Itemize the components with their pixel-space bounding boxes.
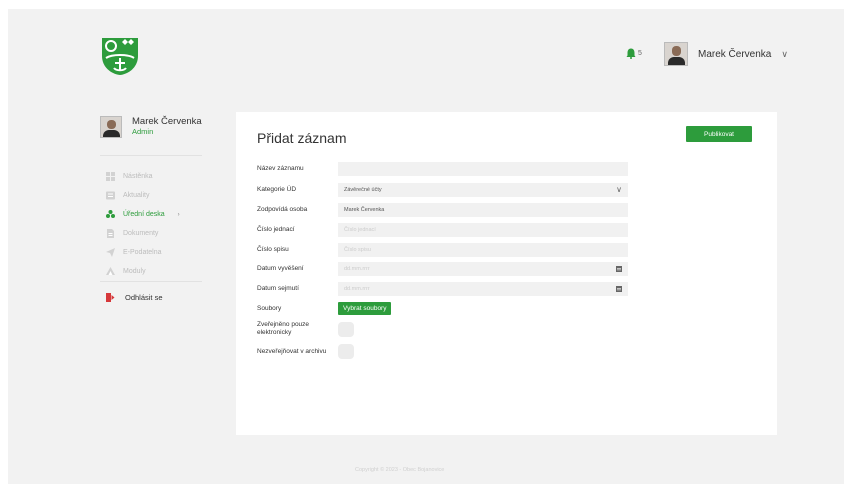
- field-row-category: Kategorie ÚD Závěrečné účty ∨: [257, 183, 628, 197]
- divider: [100, 281, 202, 282]
- user-name: Marek Červenka: [698, 48, 772, 60]
- document-icon: [106, 229, 115, 238]
- field-label: Soubory: [257, 304, 282, 312]
- sidebar-profile: Marek Červenka Admin: [100, 116, 202, 138]
- category-select[interactable]: Závěrečné účty ∨: [338, 183, 628, 197]
- file-number-input[interactable]: Číslo spisu: [338, 243, 628, 257]
- modules-icon: [106, 267, 115, 276]
- electronic-only-toggle[interactable]: [338, 321, 354, 337]
- sidebar-item-label: Nástěnka: [123, 173, 153, 180]
- sidebar-item-dashboard[interactable]: Nástěnka: [106, 167, 180, 186]
- field-row-responsible: Zodpovídá osoba Marek Červenka: [257, 203, 628, 217]
- footer-copyright: Copyright © 2023 - Obec Bojanovice: [355, 467, 445, 473]
- field-label: Zveřejněno pouze elektronicky: [257, 321, 310, 336]
- field-row-name: Název záznamu: [257, 162, 628, 176]
- field-row-removed-date: Datum sejmutí dd.mm.rrrr: [257, 282, 628, 296]
- notification-count: 5: [638, 50, 642, 57]
- removed-date-input[interactable]: dd.mm.rrrr: [338, 282, 628, 296]
- sidebar-item-label: Aktuality: [123, 192, 150, 199]
- page-title: Přidat záznam: [257, 130, 347, 146]
- field-label: Datum vyvěšení: [257, 265, 304, 272]
- field-row-files: Soubory Vybrat soubory: [257, 302, 392, 315]
- sidebar-item-news[interactable]: Aktuality: [106, 186, 180, 205]
- add-record-card: Přidat záznam Publikovat Název záznamu K…: [236, 112, 777, 435]
- user-menu[interactable]: Marek Červenka ∨: [664, 42, 788, 66]
- field-row-electronic-only: Zveřejněno pouze elektronicky: [257, 321, 354, 337]
- avatar: [664, 42, 688, 66]
- news-icon: [106, 191, 115, 200]
- no-archive-toggle[interactable]: [338, 344, 354, 359]
- responsible-person-input[interactable]: Marek Červenka: [338, 203, 628, 217]
- sidebar-item-documents[interactable]: Dokumenty: [106, 224, 180, 243]
- field-label: Číslo spisu: [257, 246, 289, 253]
- field-row-reference: Číslo jednací Číslo jednací: [257, 223, 628, 237]
- field-label: Datum sejmutí: [257, 285, 299, 292]
- field-label: Číslo jednací: [257, 226, 295, 233]
- grid-icon: [106, 172, 115, 181]
- date-placeholder: dd.mm.rrrr: [344, 266, 370, 272]
- divider: [100, 155, 202, 156]
- choose-files-button[interactable]: Vybrat soubory: [338, 302, 392, 315]
- field-label: Kategorie ÚD: [257, 186, 297, 193]
- field-label: Nezveřejňovat v archivu: [257, 347, 327, 355]
- sidebar-item-e-registry[interactable]: E-Podatelna: [106, 243, 180, 262]
- sidebar-item-notice-board[interactable]: Úřední deska ›: [106, 205, 180, 224]
- field-row-file-number: Číslo spisu Číslo spisu: [257, 243, 628, 257]
- sidebar-item-label: Moduly: [123, 268, 146, 275]
- chevron-down-icon: ∨: [781, 48, 788, 59]
- publish-button[interactable]: Publikovat: [686, 126, 752, 142]
- reference-number-input[interactable]: Číslo jednací: [338, 223, 628, 237]
- sidebar-item-modules[interactable]: Moduly: [106, 262, 180, 281]
- logout-icon: [106, 293, 115, 302]
- sidebar-user-name: Marek Červenka: [132, 116, 202, 127]
- tree-icon: [106, 210, 115, 219]
- bell-icon: [626, 48, 636, 59]
- municipality-logo[interactable]: [100, 36, 140, 76]
- calendar-icon: [616, 266, 622, 272]
- field-row-posted-date: Datum vyvěšení dd.mm.rrrr: [257, 262, 628, 276]
- logout-label: Odhlásit se: [125, 293, 163, 302]
- calendar-icon: [616, 286, 622, 292]
- posted-date-input[interactable]: dd.mm.rrrr: [338, 262, 628, 276]
- sidebar-user-role: Admin: [132, 127, 154, 136]
- field-row-no-archive: Nezveřejňovat v archivu: [257, 344, 354, 359]
- send-icon: [106, 248, 115, 257]
- category-value: Závěrečné účty: [344, 187, 382, 193]
- sidebar-item-label: Úřední deska: [123, 211, 165, 218]
- avatar: [100, 116, 122, 138]
- record-name-input[interactable]: [338, 162, 628, 176]
- sidebar-nav: Nástěnka Aktuality Úřední deska › Dokume…: [106, 167, 180, 281]
- logout-button[interactable]: Odhlásit se: [106, 293, 163, 302]
- field-label: Zodpovídá osoba: [257, 206, 308, 213]
- chevron-down-icon: ∨: [616, 185, 622, 194]
- date-placeholder: dd.mm.rrrr: [344, 286, 370, 292]
- sidebar-item-label: E-Podatelna: [123, 249, 162, 256]
- field-label: Název záznamu: [257, 165, 304, 172]
- sidebar-item-label: Dokumenty: [123, 230, 159, 237]
- notification-button[interactable]: 5: [626, 48, 642, 59]
- chevron-right-icon: ›: [177, 211, 180, 218]
